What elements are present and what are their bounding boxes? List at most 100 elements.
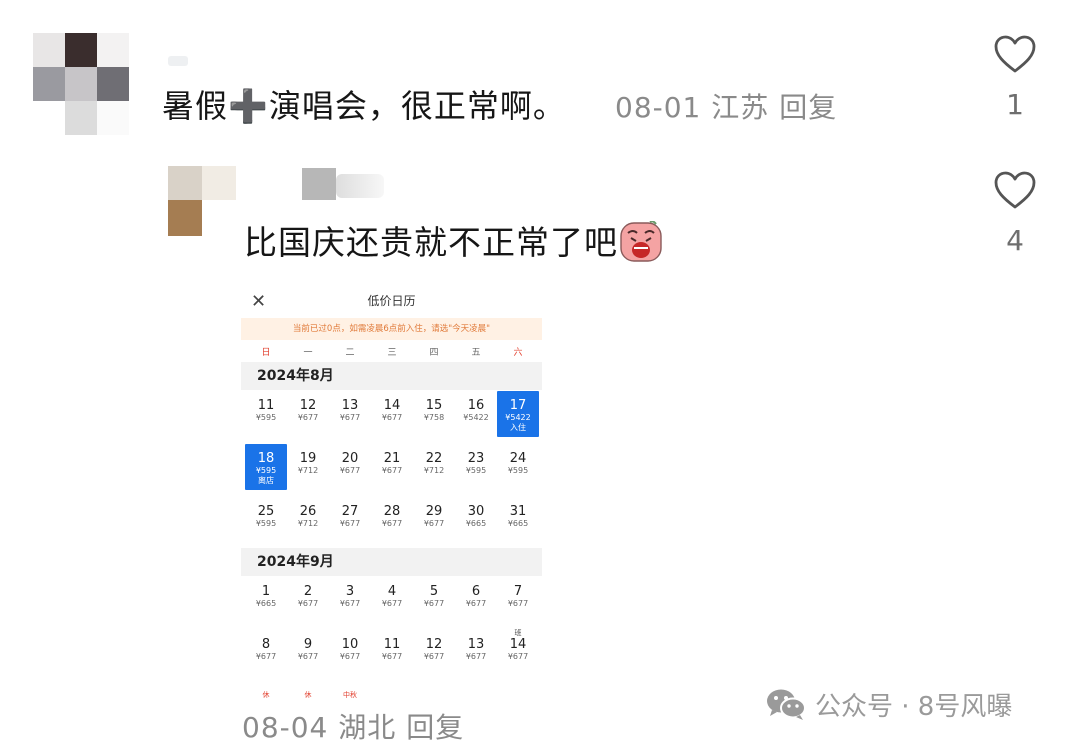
comment-date: 08-01	[615, 91, 702, 124]
calendar-day[interactable]: 21 ¥677	[371, 444, 413, 490]
day-price: ¥677	[423, 599, 445, 608]
calendar-day[interactable]: 28 ¥677	[371, 497, 413, 543]
reply-meta: 08-04 湖北 回复	[242, 708, 464, 746]
comment-text: 暑假➕演唱会，很正常啊。	[162, 87, 566, 125]
day-number: 11	[257, 398, 275, 413]
calendar-day[interactable]: 4 ¥677	[371, 577, 413, 623]
day-number: 4	[387, 584, 397, 599]
calendar-day[interactable]: 13 ¥677	[455, 630, 497, 676]
reply-date: 08-04	[242, 711, 329, 744]
like-count: 1	[1006, 88, 1024, 121]
day-number: 14	[509, 637, 527, 652]
calendar-day[interactable]: 15 ¥758	[413, 391, 455, 437]
calendar-day[interactable]: 22 ¥712	[413, 444, 455, 490]
day-number: 3	[345, 584, 355, 599]
day-price: ¥677	[339, 652, 361, 661]
calendar-day[interactable]: 19 ¥712	[287, 444, 329, 490]
day-price: ¥595	[255, 413, 277, 422]
day-number: 2	[303, 584, 313, 599]
reply-name-blurred	[302, 168, 336, 200]
day-price: ¥665	[465, 519, 487, 528]
day-price: ¥712	[423, 466, 445, 475]
day-price: ¥677	[465, 599, 487, 608]
day-number: 23	[467, 451, 485, 466]
calendar-day[interactable]: 1 ¥665	[245, 577, 287, 623]
calendar-day[interactable]: 6 ¥677	[455, 577, 497, 623]
day-number: 6	[471, 584, 481, 599]
calendar-day[interactable]: 23 ¥595	[455, 444, 497, 490]
day-price: ¥677	[381, 413, 403, 422]
reply-button[interactable]: 回复	[406, 711, 464, 744]
day-price: ¥595	[507, 466, 529, 475]
reply-button[interactable]: 回复	[779, 91, 837, 124]
calendar-day[interactable]: 29 ¥677	[413, 497, 455, 543]
calendar-day[interactable]: 27 ¥677	[329, 497, 371, 543]
calendar-day-selected[interactable]: 17 ¥5422 入住	[497, 391, 539, 437]
day-price: ¥758	[423, 413, 445, 422]
watermark-text: 公众号 · 8号风曝	[815, 691, 1013, 722]
weekday-header: 日一二三四五六	[241, 345, 542, 359]
day-price: ¥677	[423, 652, 445, 661]
calendar-day[interactable]: 11 ¥595	[245, 391, 287, 437]
calendar-day[interactable]: 9 ¥677	[287, 630, 329, 676]
day-price: ¥677	[507, 652, 529, 661]
day-number: 14	[383, 398, 401, 413]
day-price: ¥712	[297, 519, 319, 528]
day-price: ¥712	[297, 466, 319, 475]
heart-icon[interactable]	[993, 170, 1037, 210]
day-price: ¥677	[339, 413, 361, 422]
day-number: 17	[509, 398, 527, 413]
day-number: 15	[425, 398, 443, 413]
like-count: 4	[1006, 224, 1024, 257]
calendar-day[interactable]: 2 ¥677	[287, 577, 329, 623]
day-number: 27	[341, 504, 359, 519]
day-price: ¥5422	[463, 413, 489, 422]
calendar-day[interactable]: 12 ¥677	[287, 391, 329, 437]
reply-location: 湖北	[338, 711, 397, 744]
day-number: 19	[299, 451, 317, 466]
day-number: 5	[429, 584, 439, 599]
day-price: ¥677	[381, 466, 403, 475]
calendar-day[interactable]: 班 14 ¥677	[497, 629, 539, 676]
day-number: 11	[383, 637, 401, 652]
calendar-day[interactable]: 16 ¥5422	[455, 391, 497, 437]
calendar-day[interactable]: 5 ¥677	[413, 577, 455, 623]
calendar-day[interactable]: 30 ¥665	[455, 497, 497, 543]
weekday-label: 五	[471, 348, 481, 358]
day-price: ¥677	[381, 652, 403, 661]
calendar-day[interactable]: 25 ¥595	[245, 497, 287, 543]
day-price: ¥677	[339, 519, 361, 528]
calendar-day[interactable]: 20 ¥677	[329, 444, 371, 490]
day-tag: 离店	[258, 476, 274, 485]
commenter-avatar[interactable]	[33, 33, 129, 135]
holiday-mark: 中秋	[343, 691, 357, 699]
calendar-day[interactable]: 3 ¥677	[329, 577, 371, 623]
calendar-day[interactable]: 26 ¥712	[287, 497, 329, 543]
calendar-day-selected[interactable]: 18 ¥595 离店	[245, 444, 287, 490]
calendar-day[interactable]: 11 ¥677	[371, 630, 413, 676]
price-calendar-image[interactable]: ✕ 低价日历 当前已过0点，如需凌晨6点前入住，请选"今天凌晨" 日一二三四五六…	[241, 285, 542, 705]
day-number: 7	[513, 584, 523, 599]
calendar-day[interactable]: 12 ¥677	[413, 630, 455, 676]
calendar-day[interactable]: 24 ¥595	[497, 444, 539, 490]
calendar-day[interactable]: 14 ¥677	[371, 391, 413, 437]
heart-icon[interactable]	[993, 34, 1037, 74]
day-number: 13	[341, 398, 359, 413]
calendar-day[interactable]: 31 ¥665	[497, 497, 539, 543]
weekday-label: 二	[345, 348, 355, 358]
calendar-day[interactable]: 13 ¥677	[329, 391, 371, 437]
wechat-icon	[767, 689, 806, 720]
month-header: 2024年9月	[241, 548, 542, 576]
holiday-mark: 休	[304, 691, 312, 699]
day-number: 21	[383, 451, 401, 466]
reply-avatar[interactable]	[168, 166, 236, 236]
calendar-day[interactable]: 8 ¥677	[245, 630, 287, 676]
day-price: ¥677	[297, 599, 319, 608]
calendar-day[interactable]: 7 ¥677	[497, 577, 539, 623]
calendar-day[interactable]: 10 ¥677	[329, 630, 371, 676]
day-number: 18	[257, 451, 275, 466]
reply-name-blurred-tail	[336, 174, 384, 198]
day-price: ¥595	[255, 466, 277, 475]
day-number: 29	[425, 504, 443, 519]
comment-meta: 08-01 江苏 回复	[615, 86, 837, 130]
